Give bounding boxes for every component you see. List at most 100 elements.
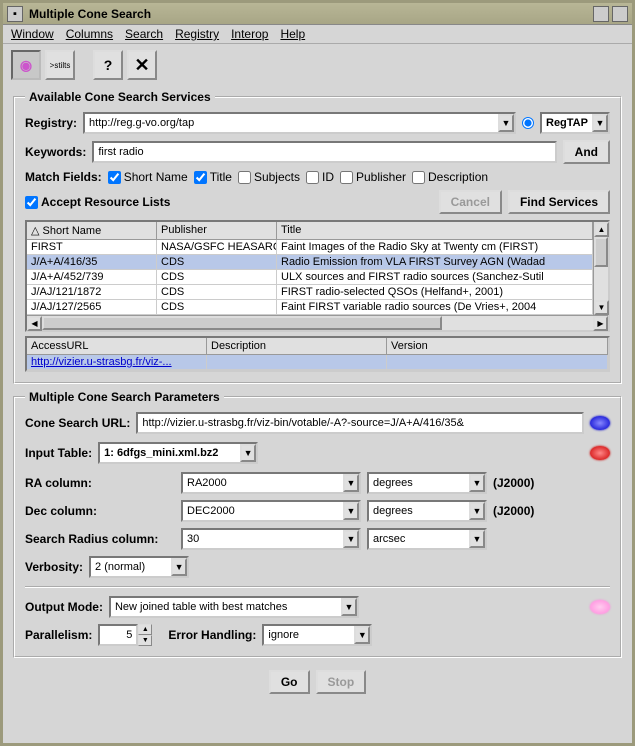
available-legend: Available Cone Search Services: [25, 90, 215, 104]
table-row[interactable]: J/AJ/127/2565CDSFaint FIRST variable rad…: [27, 300, 593, 315]
chevron-down-icon[interactable]: ▼: [171, 558, 187, 576]
radius-label: Search Radius column:: [25, 532, 175, 546]
minimize-button[interactable]: [593, 6, 609, 22]
radius-combo[interactable]: ▼: [181, 528, 361, 550]
system-menu-icon[interactable]: ▪: [7, 6, 23, 22]
galaxy-icon[interactable]: ◉: [11, 50, 41, 80]
url-label: Cone Search URL:: [25, 416, 130, 430]
menu-registry[interactable]: Registry: [175, 27, 219, 41]
col-accessurl[interactable]: AccessURL: [27, 338, 207, 354]
registry-label: Registry:: [25, 116, 77, 130]
dec-combo[interactable]: ▼: [181, 500, 361, 522]
input-table-combo[interactable]: 1: 6dfgs_mini.xml.bz2 ▼: [98, 442, 258, 464]
accept-lists-checkbox[interactable]: Accept Resource Lists: [25, 195, 170, 209]
search-params-group: Multiple Cone Search Parameters Cone Sea…: [13, 390, 622, 658]
menu-search[interactable]: Search: [125, 27, 163, 41]
ra-suffix: (J2000): [493, 476, 534, 490]
detail-table: AccessURL Description Version http://viz…: [25, 336, 610, 372]
table-scrollbar-v[interactable]: ▲ ▼: [593, 222, 608, 315]
col-short-name[interactable]: △ Short Name: [27, 222, 157, 239]
col-title[interactable]: Title: [277, 222, 593, 239]
field-publisher[interactable]: Publisher: [340, 170, 406, 184]
chevron-down-icon[interactable]: ▼: [469, 474, 485, 492]
table-scrollbar-h[interactable]: ◀ ▶: [27, 315, 608, 330]
field-title[interactable]: Title: [194, 170, 232, 184]
table-row[interactable]: FIRSTNASA/GSFC HEASARCFaint Images of th…: [27, 240, 593, 255]
chevron-down-icon[interactable]: ▼: [341, 598, 357, 616]
chevron-down-icon[interactable]: ▼: [469, 530, 485, 548]
menu-window[interactable]: Window: [11, 27, 54, 41]
dec-suffix: (J2000): [493, 504, 534, 518]
field-short-name[interactable]: Short Name: [108, 170, 188, 184]
registry-input[interactable]: [85, 114, 498, 132]
menu-interop[interactable]: Interop: [231, 27, 268, 41]
available-services-group: Available Cone Search Services Registry:…: [13, 90, 622, 384]
input-table-label: Input Table:: [25, 446, 92, 460]
table-row[interactable]: J/A+A/416/35CDSRadio Emission from VLA F…: [27, 255, 593, 270]
titlebar: ▪ Multiple Cone Search: [3, 3, 632, 25]
col-version[interactable]: Version: [387, 338, 608, 354]
stop-button[interactable]: Stop: [316, 670, 367, 694]
chevron-down-icon[interactable]: ▼: [240, 444, 256, 462]
toolbar: ◉ >stilts ? ✕: [3, 44, 632, 86]
spin-up-icon[interactable]: ▲: [138, 624, 152, 635]
regtap-radio[interactable]: [522, 117, 534, 129]
stilts-icon[interactable]: >stilts: [45, 50, 75, 80]
ra-unit-combo[interactable]: degrees ▼: [367, 472, 487, 494]
chevron-down-icon[interactable]: ▼: [354, 626, 370, 644]
window-title: Multiple Cone Search: [29, 7, 590, 21]
verbosity-combo[interactable]: 2 (normal) ▼: [89, 556, 189, 578]
output-combo[interactable]: New joined table with best matches ▼: [109, 596, 359, 618]
and-button[interactable]: And: [563, 140, 610, 164]
main-window: ▪ Multiple Cone Search Window Columns Se…: [0, 0, 635, 746]
spin-down-icon[interactable]: ▼: [138, 635, 152, 646]
match-fields-label: Match Fields:: [25, 170, 102, 184]
ra-label: RA column:: [25, 476, 175, 490]
maximize-button[interactable]: [612, 6, 628, 22]
field-description[interactable]: Description: [412, 170, 488, 184]
keywords-label: Keywords:: [25, 145, 86, 159]
errh-combo[interactable]: ignore ▼: [262, 624, 372, 646]
chevron-down-icon[interactable]: ▼: [343, 530, 359, 548]
chevron-down-icon[interactable]: ▼: [469, 502, 485, 520]
chevron-down-icon[interactable]: ▼: [343, 474, 359, 492]
close-icon[interactable]: ✕: [127, 50, 157, 80]
accessurl-link[interactable]: http://vizier.u-strasbg.fr/viz-...: [31, 356, 172, 368]
keywords-input[interactable]: [92, 141, 556, 163]
col-description[interactable]: Description: [207, 338, 387, 354]
find-services-button[interactable]: Find Services: [508, 190, 610, 214]
output-label: Output Mode:: [25, 600, 103, 614]
status-indicator-pink: [590, 600, 610, 614]
chevron-down-icon[interactable]: ▼: [498, 114, 514, 132]
col-publisher[interactable]: Publisher: [157, 222, 277, 239]
field-subjects[interactable]: Subjects: [238, 170, 300, 184]
menu-columns[interactable]: Columns: [66, 27, 113, 41]
params-legend: Multiple Cone Search Parameters: [25, 390, 224, 404]
dec-unit-combo[interactable]: degrees ▼: [367, 500, 487, 522]
parallel-label: Parallelism:: [25, 628, 92, 642]
regtap-combo[interactable]: RegTAP ▼: [540, 112, 610, 134]
verbosity-label: Verbosity:: [25, 560, 83, 574]
help-icon[interactable]: ?: [93, 50, 123, 80]
ra-combo[interactable]: ▼: [181, 472, 361, 494]
field-id[interactable]: ID: [306, 170, 334, 184]
action-bar: Go Stop: [13, 664, 622, 698]
dec-label: Dec column:: [25, 504, 175, 518]
go-button[interactable]: Go: [269, 670, 310, 694]
status-indicator-blue: [590, 416, 610, 430]
parallel-spinner[interactable]: ▲▼: [98, 624, 152, 646]
menu-help[interactable]: Help: [280, 27, 305, 41]
menubar: Window Columns Search Registry Interop H…: [3, 25, 632, 44]
detail-row[interactable]: http://vizier.u-strasbg.fr/viz-...: [27, 355, 608, 370]
services-table: △ Short Name Publisher Title FIRSTNASA/G…: [25, 220, 610, 332]
errh-label: Error Handling:: [168, 628, 256, 642]
table-row[interactable]: J/A+A/452/739CDSULX sources and FIRST ra…: [27, 270, 593, 285]
url-input[interactable]: [136, 412, 584, 434]
chevron-down-icon[interactable]: ▼: [343, 502, 359, 520]
radius-unit-combo[interactable]: arcsec ▼: [367, 528, 487, 550]
status-indicator-red: [590, 446, 610, 460]
registry-combo[interactable]: ▼: [83, 112, 516, 134]
table-row[interactable]: J/AJ/121/1872CDSFIRST radio-selected QSO…: [27, 285, 593, 300]
cancel-button[interactable]: Cancel: [439, 190, 502, 214]
chevron-down-icon[interactable]: ▼: [592, 114, 608, 132]
